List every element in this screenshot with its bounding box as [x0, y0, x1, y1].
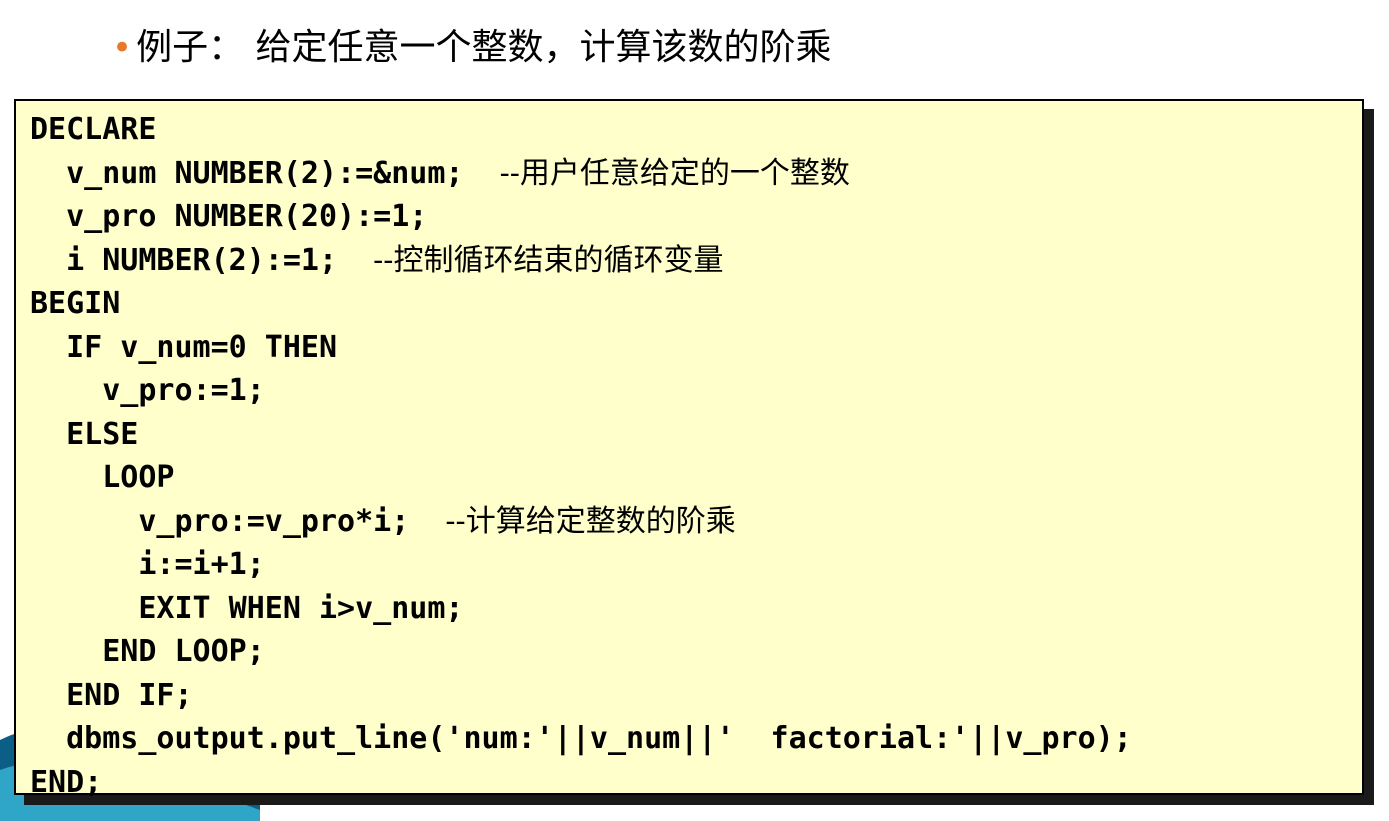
code-line: BEGIN — [30, 282, 1132, 326]
title-text: 例子： 给定任意一个整数，计算该数的阶乘 — [136, 27, 832, 68]
code-line: i:=i+1; — [30, 543, 1132, 587]
code-line: EXIT WHEN i>v_num; — [30, 587, 1132, 631]
code-text: v_num NUMBER(2):=&num; — [30, 155, 500, 191]
code-line: v_pro NUMBER(20):=1; — [30, 195, 1132, 239]
bullet-icon: • — [112, 28, 133, 68]
code-text: END LOOP; — [30, 634, 265, 669]
code-text: v_pro:=v_pro*i; — [30, 503, 446, 539]
code-line: END IF; — [30, 674, 1132, 718]
code-text: dbms_output.put_line('num:'||v_num||' fa… — [30, 721, 1132, 756]
code-text: i NUMBER(2):=1; — [30, 242, 374, 278]
code-text: EXIT WHEN i>v_num; — [30, 590, 464, 626]
code-comment: --用户任意给定的一个整数 — [499, 155, 850, 191]
code-line: dbms_output.put_line('num:'||v_num||' fa… — [30, 717, 1132, 761]
code-text: END IF; — [30, 677, 193, 713]
code-block: DECLARE v_num NUMBER(2):=&num; --用户任意给定的… — [30, 108, 1132, 804]
code-text: v_pro:=1; — [30, 373, 265, 408]
code-line: v_pro:=v_pro*i; --计算给定整数的阶乘 — [30, 500, 1132, 544]
code-text: ELSE — [30, 416, 139, 452]
code-text: END; — [30, 764, 103, 800]
code-text: LOOP — [30, 460, 175, 495]
code-line: i NUMBER(2):=1; --控制循环结束的循环变量 — [30, 239, 1132, 283]
code-line: END; — [30, 761, 1132, 805]
code-line: END LOOP; — [30, 630, 1132, 674]
code-line: v_pro:=1; — [30, 369, 1132, 413]
code-line: IF v_num=0 THEN — [30, 326, 1132, 370]
code-line: ELSE — [30, 413, 1132, 457]
code-comment: --计算给定整数的阶乘 — [445, 503, 736, 539]
code-line: v_num NUMBER(2):=&num; --用户任意给定的一个整数 — [30, 152, 1132, 196]
code-text: BEGIN — [30, 286, 121, 321]
code-text: IF v_num=0 THEN — [30, 329, 338, 365]
code-text: DECLARE — [30, 112, 157, 147]
code-line: LOOP — [30, 456, 1132, 500]
code-comment: --控制循环结束的循环变量 — [373, 242, 724, 278]
code-box: DECLARE v_num NUMBER(2):=&num; --用户任意给定的… — [14, 99, 1364, 800]
code-text: i:=i+1; — [30, 547, 265, 582]
code-text: v_pro NUMBER(20):=1; — [30, 199, 428, 234]
slide-title: • 例子： 给定任意一个整数，计算该数的阶乘 — [112, 22, 832, 74]
code-line: DECLARE — [30, 108, 1132, 152]
